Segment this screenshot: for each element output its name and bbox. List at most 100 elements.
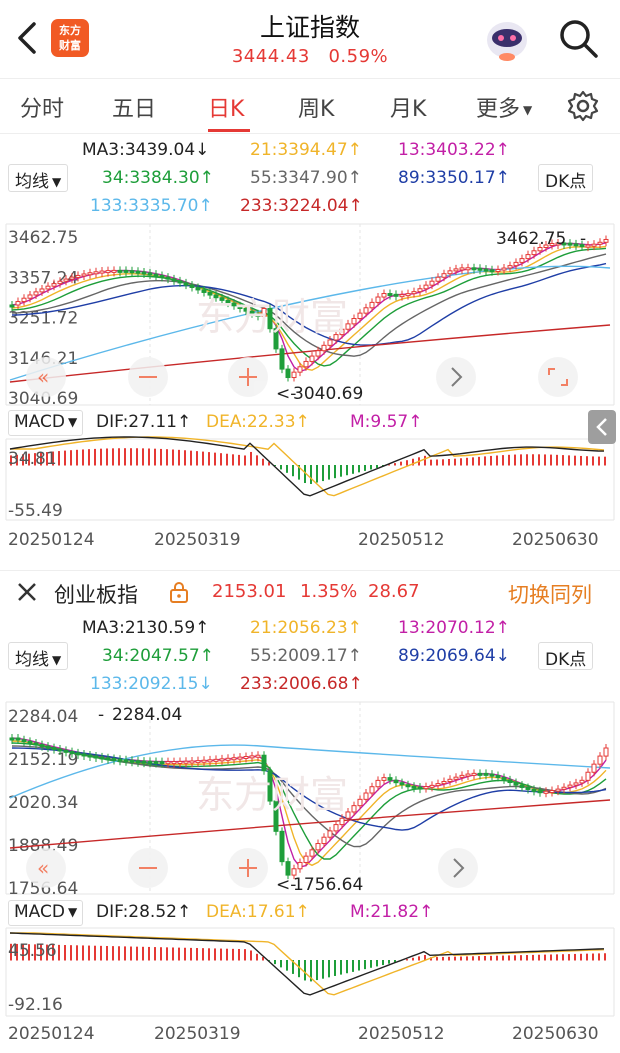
macd-histogram-bar (220, 453, 222, 466)
candle (309, 849, 315, 857)
candle (297, 366, 303, 373)
m-value: M:9.57↑ (350, 412, 423, 432)
candle (117, 269, 123, 273)
candle (63, 749, 69, 753)
macd-histogram-bar (436, 957, 438, 961)
macd-histogram-bar (580, 953, 582, 961)
candle (261, 754, 267, 772)
macd-histogram-bar (448, 956, 450, 961)
dk-point-button[interactable]: DK点 (538, 164, 594, 192)
double-left-icon: « (37, 856, 49, 880)
y-tick-label: 3462.75 (8, 228, 78, 248)
macd-histogram-bar (376, 960, 378, 967)
candle (429, 784, 435, 788)
candle (309, 355, 315, 362)
candle (327, 830, 333, 838)
tab-monthly-k[interactable]: 月K (390, 91, 426, 123)
macd-histogram-bar (232, 454, 234, 466)
macd-histogram-bar (196, 948, 198, 961)
secondary-index-name[interactable]: 创业板指 (54, 579, 138, 609)
macd-histogram-bar (490, 455, 492, 466)
macd-histogram-bar (442, 459, 444, 466)
macd-histogram-bar (160, 448, 162, 466)
tab-weekly-k[interactable]: 周K (298, 91, 334, 123)
candle (435, 276, 441, 282)
scroll-right-button[interactable] (438, 848, 478, 888)
lock-icon[interactable] (168, 580, 190, 604)
candle (39, 744, 45, 748)
candle (39, 288, 45, 293)
tab-intraday[interactable]: 分时 (20, 91, 64, 123)
switch-list-button[interactable]: 切换同列 (508, 579, 592, 609)
candle (603, 238, 609, 243)
fullscreen-button[interactable] (538, 357, 578, 397)
candle (189, 284, 195, 288)
candle (165, 276, 171, 280)
ma3-value: MA3:2130.59↑ (82, 618, 210, 638)
date-label: 20250512 (358, 1024, 445, 1044)
candle (189, 760, 195, 764)
candle (369, 786, 375, 794)
macd-histogram-bar (82, 449, 84, 466)
collapse-panel-button[interactable] (588, 410, 616, 444)
indicator-select[interactable]: 均线 ▼ (8, 164, 69, 192)
tab-more-label: 更多 (476, 97, 521, 122)
double-left-icon: « (37, 365, 49, 389)
candle (441, 273, 447, 278)
macd-histogram-bar (556, 954, 558, 961)
macd-histogram-bar (130, 946, 132, 961)
macd-histogram-bar (322, 960, 324, 979)
macd-select[interactable]: MACD ▼ (8, 410, 84, 436)
tab-five-day[interactable]: 五日 (112, 91, 156, 123)
candle (333, 824, 339, 832)
macd-histogram-bar (142, 448, 144, 466)
candle (327, 339, 333, 346)
macd-histogram-bar (226, 948, 228, 961)
macd-histogram-bar (70, 450, 72, 466)
macd-histogram-bar (532, 454, 534, 466)
tab-more[interactable]: 更多 ▼ (476, 91, 532, 123)
macd-histogram-bar (460, 458, 462, 466)
close-icon[interactable] (16, 581, 38, 603)
dea-value: DEA:17.61↑ (206, 902, 310, 922)
dk-point-button[interactable]: DK点 (538, 642, 594, 670)
candle (117, 758, 123, 762)
candle (231, 757, 237, 761)
candle (399, 294, 405, 298)
macd-histogram-bar (112, 448, 114, 466)
candle (453, 268, 459, 272)
scroll-right-button[interactable] (436, 357, 476, 397)
shanghai-kline-chart[interactable]: 3462.753357.243251.723146.213040.69 3462… (0, 220, 620, 570)
ma3-value: MA3:3439.04↓ (82, 140, 210, 160)
candle (105, 270, 111, 274)
top-bar: 东方 财富 上证指数 3444.43 0.59% (0, 0, 620, 78)
macd-histogram-bar (58, 944, 60, 961)
candle (135, 270, 141, 274)
candle (393, 293, 399, 297)
assistant-robot-icon[interactable] (482, 14, 532, 64)
dif-line (9, 436, 605, 497)
macd-histogram-bar (286, 465, 288, 473)
macd-histogram-bar (574, 455, 576, 466)
candle (447, 778, 453, 783)
macd-histogram-bar (370, 960, 372, 968)
candle (9, 737, 15, 741)
indicator-select[interactable]: 均线 ▼ (8, 642, 69, 670)
macd-select-label: MACD (14, 902, 65, 922)
index-change-pct: 0.59% (328, 46, 389, 67)
macd-select[interactable]: MACD ▼ (8, 900, 84, 926)
macd-histogram-bar (346, 960, 348, 974)
tab-daily-k[interactable]: 日K (208, 91, 244, 123)
candle (597, 241, 603, 245)
dea-value: DEA:22.33↑ (206, 412, 310, 432)
ma13-value: 13:3403.22↑ (398, 140, 510, 160)
candle (549, 790, 555, 794)
macd-histogram-bar (178, 947, 180, 961)
search-icon[interactable] (556, 16, 600, 60)
settings-gear-icon[interactable] (566, 89, 600, 123)
chinext-kline-chart[interactable]: 2284.042152.192020.341888.491756.64 - 22… (0, 698, 620, 1053)
candle (411, 291, 417, 295)
candle (27, 740, 33, 744)
candle (465, 773, 471, 777)
ma34-value: 34:3384.30↑ (102, 168, 214, 188)
